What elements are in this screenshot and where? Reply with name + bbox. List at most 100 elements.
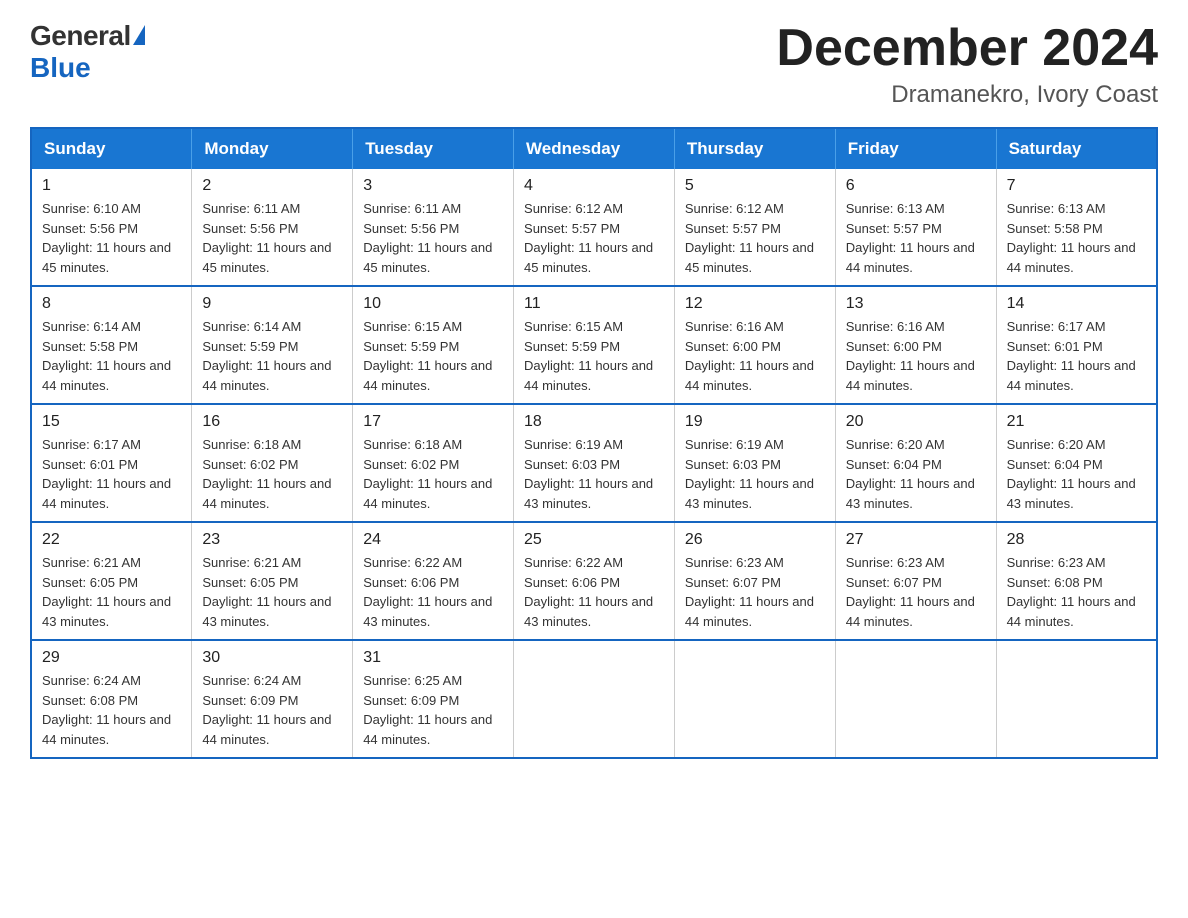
calendar-cell: 15Sunrise: 6:17 AMSunset: 6:01 PMDayligh…: [31, 404, 192, 522]
calendar-cell: 14Sunrise: 6:17 AMSunset: 6:01 PMDayligh…: [996, 286, 1157, 404]
calendar-cell: [835, 640, 996, 758]
calendar-cell: [674, 640, 835, 758]
header-row: SundayMondayTuesdayWednesdayThursdayFrid…: [31, 128, 1157, 169]
calendar-cell: 10Sunrise: 6:15 AMSunset: 5:59 PMDayligh…: [353, 286, 514, 404]
page-header: General Blue December 2024 Dramanekro, I…: [30, 20, 1158, 109]
day-info: Sunrise: 6:18 AMSunset: 6:02 PMDaylight:…: [202, 435, 342, 513]
calendar-cell: 31 Sunrise: 6:25 AMSunset: 6:09 PMDayligh…: [353, 640, 514, 758]
day-number: 11: [524, 295, 664, 313]
day-info: Sunrise: 6:14 AMSunset: 5:59 PMDaylight:…: [202, 317, 342, 395]
calendar-cell: 24 Sunrise: 6:22 AMSunset: 6:06 PMDayligh…: [353, 522, 514, 640]
header-sunday: Sunday: [31, 128, 192, 169]
day-info: Sunrise: 6:14 AMSunset: 5:58 PMDaylight:…: [42, 317, 181, 395]
calendar-cell: 16 Sunrise: 6:18 AMSunset: 6:02 PMDayligh…: [192, 404, 353, 522]
day-number: 4: [524, 177, 664, 195]
calendar-cell: 30 Sunrise: 6:24 AMSunset: 6:09 PMDayligh…: [192, 640, 353, 758]
week-row-2: 8 Sunrise: 6:14 AMSunset: 5:58 PMDaylight…: [31, 286, 1157, 404]
week-row-1: 1 Sunrise: 6:10 AMSunset: 5:56 PMDaylight…: [31, 169, 1157, 286]
calendar-subtitle: Dramanekro, Ivory Coast: [776, 81, 1158, 109]
day-number: 25: [524, 531, 664, 549]
day-number: 14: [1007, 295, 1146, 313]
week-row-3: 15Sunrise: 6:17 AMSunset: 6:01 PMDayligh…: [31, 404, 1157, 522]
calendar-cell: 19Sunrise: 6:19 AMSunset: 6:03 PMDayligh…: [674, 404, 835, 522]
week-row-4: 22 Sunrise: 6:21 AMSunset: 6:05 PMDayligh…: [31, 522, 1157, 640]
day-number: 24: [363, 531, 503, 549]
day-info: Sunrise: 6:18 AMSunset: 6:02 PMDaylight:…: [363, 435, 503, 513]
header-monday: Monday: [192, 128, 353, 169]
day-info: Sunrise: 6:19 AMSunset: 6:03 PMDaylight:…: [524, 435, 664, 513]
day-number: 31: [363, 649, 503, 667]
logo: General Blue: [30, 20, 145, 84]
header-wednesday: Wednesday: [514, 128, 675, 169]
day-number: 17: [363, 413, 503, 431]
day-number: 1: [42, 177, 181, 195]
header-saturday: Saturday: [996, 128, 1157, 169]
calendar-cell: 23 Sunrise: 6:21 AMSunset: 6:05 PMDayligh…: [192, 522, 353, 640]
calendar-cell: [996, 640, 1157, 758]
day-number: 2: [202, 177, 342, 195]
day-number: 30: [202, 649, 342, 667]
logo-triangle-icon: [133, 25, 145, 45]
calendar-table: SundayMondayTuesdayWednesdayThursdayFrid…: [30, 127, 1158, 759]
header-thursday: Thursday: [674, 128, 835, 169]
calendar-cell: 9 Sunrise: 6:14 AMSunset: 5:59 PMDaylight…: [192, 286, 353, 404]
day-info: Sunrise: 6:23 AMSunset: 6:08 PMDaylight:…: [1007, 553, 1146, 631]
day-info: Sunrise: 6:25 AMSunset: 6:09 PMDaylight:…: [363, 671, 503, 749]
day-number: 5: [685, 177, 825, 195]
day-info: Sunrise: 6:16 AMSunset: 6:00 PMDaylight:…: [846, 317, 986, 395]
day-number: 10: [363, 295, 503, 313]
day-number: 7: [1007, 177, 1146, 195]
day-number: 19: [685, 413, 825, 431]
day-info: Sunrise: 6:21 AMSunset: 6:05 PMDaylight:…: [202, 553, 342, 631]
day-info: Sunrise: 6:16 AMSunset: 6:00 PMDaylight:…: [685, 317, 825, 395]
calendar-cell: 2 Sunrise: 6:11 AMSunset: 5:56 PMDaylight…: [192, 169, 353, 286]
day-info: Sunrise: 6:11 AMSunset: 5:56 PMDaylight:…: [202, 199, 342, 277]
calendar-cell: 7 Sunrise: 6:13 AMSunset: 5:58 PMDaylight…: [996, 169, 1157, 286]
calendar-cell: 29Sunrise: 6:24 AMSunset: 6:08 PMDayligh…: [31, 640, 192, 758]
calendar-cell: 12 Sunrise: 6:16 AMSunset: 6:00 PMDayligh…: [674, 286, 835, 404]
day-info: Sunrise: 6:22 AMSunset: 6:06 PMDaylight:…: [363, 553, 503, 631]
calendar-cell: 18 Sunrise: 6:19 AMSunset: 6:03 PMDayligh…: [514, 404, 675, 522]
header-friday: Friday: [835, 128, 996, 169]
calendar-cell: 25 Sunrise: 6:22 AMSunset: 6:06 PMDayligh…: [514, 522, 675, 640]
calendar-cell: 17 Sunrise: 6:18 AMSunset: 6:02 PMDayligh…: [353, 404, 514, 522]
calendar-cell: 8 Sunrise: 6:14 AMSunset: 5:58 PMDaylight…: [31, 286, 192, 404]
day-number: 26: [685, 531, 825, 549]
day-info: Sunrise: 6:10 AMSunset: 5:56 PMDaylight:…: [42, 199, 181, 277]
day-info: Sunrise: 6:24 AMSunset: 6:09 PMDaylight:…: [202, 671, 342, 749]
day-info: Sunrise: 6:13 AMSunset: 5:58 PMDaylight:…: [1007, 199, 1146, 277]
day-info: Sunrise: 6:20 AMSunset: 6:04 PMDaylight:…: [846, 435, 986, 513]
day-number: 23: [202, 531, 342, 549]
day-info: Sunrise: 6:21 AMSunset: 6:05 PMDaylight:…: [42, 553, 181, 631]
calendar-title: December 2024: [776, 20, 1158, 77]
week-row-5: 29Sunrise: 6:24 AMSunset: 6:08 PMDayligh…: [31, 640, 1157, 758]
day-info: Sunrise: 6:24 AMSunset: 6:08 PMDaylight:…: [42, 671, 181, 749]
day-info: Sunrise: 6:15 AMSunset: 5:59 PMDaylight:…: [524, 317, 664, 395]
day-info: Sunrise: 6:17 AMSunset: 6:01 PMDaylight:…: [42, 435, 181, 513]
calendar-cell: 13 Sunrise: 6:16 AMSunset: 6:00 PMDayligh…: [835, 286, 996, 404]
day-number: 9: [202, 295, 342, 313]
day-info: Sunrise: 6:20 AMSunset: 6:04 PMDaylight:…: [1007, 435, 1146, 513]
logo-blue-text: Blue: [30, 52, 91, 84]
day-info: Sunrise: 6:11 AMSunset: 5:56 PMDaylight:…: [363, 199, 503, 277]
calendar-cell: 21Sunrise: 6:20 AMSunset: 6:04 PMDayligh…: [996, 404, 1157, 522]
day-number: 13: [846, 295, 986, 313]
day-number: 16: [202, 413, 342, 431]
day-info: Sunrise: 6:12 AMSunset: 5:57 PMDaylight:…: [524, 199, 664, 277]
day-number: 18: [524, 413, 664, 431]
calendar-cell: 5 Sunrise: 6:12 AMSunset: 5:57 PMDaylight…: [674, 169, 835, 286]
calendar-cell: 28Sunrise: 6:23 AMSunset: 6:08 PMDayligh…: [996, 522, 1157, 640]
day-number: 12: [685, 295, 825, 313]
calendar-cell: 1 Sunrise: 6:10 AMSunset: 5:56 PMDaylight…: [31, 169, 192, 286]
day-info: Sunrise: 6:12 AMSunset: 5:57 PMDaylight:…: [685, 199, 825, 277]
calendar-cell: 22 Sunrise: 6:21 AMSunset: 6:05 PMDayligh…: [31, 522, 192, 640]
calendar-cell: 3Sunrise: 6:11 AMSunset: 5:56 PMDaylight…: [353, 169, 514, 286]
day-number: 8: [42, 295, 181, 313]
calendar-cell: 6Sunrise: 6:13 AMSunset: 5:57 PMDaylight…: [835, 169, 996, 286]
header-tuesday: Tuesday: [353, 128, 514, 169]
calendar-cell: 20 Sunrise: 6:20 AMSunset: 6:04 PMDayligh…: [835, 404, 996, 522]
day-number: 20: [846, 413, 986, 431]
day-info: Sunrise: 6:22 AMSunset: 6:06 PMDaylight:…: [524, 553, 664, 631]
day-number: 22: [42, 531, 181, 549]
day-number: 27: [846, 531, 986, 549]
